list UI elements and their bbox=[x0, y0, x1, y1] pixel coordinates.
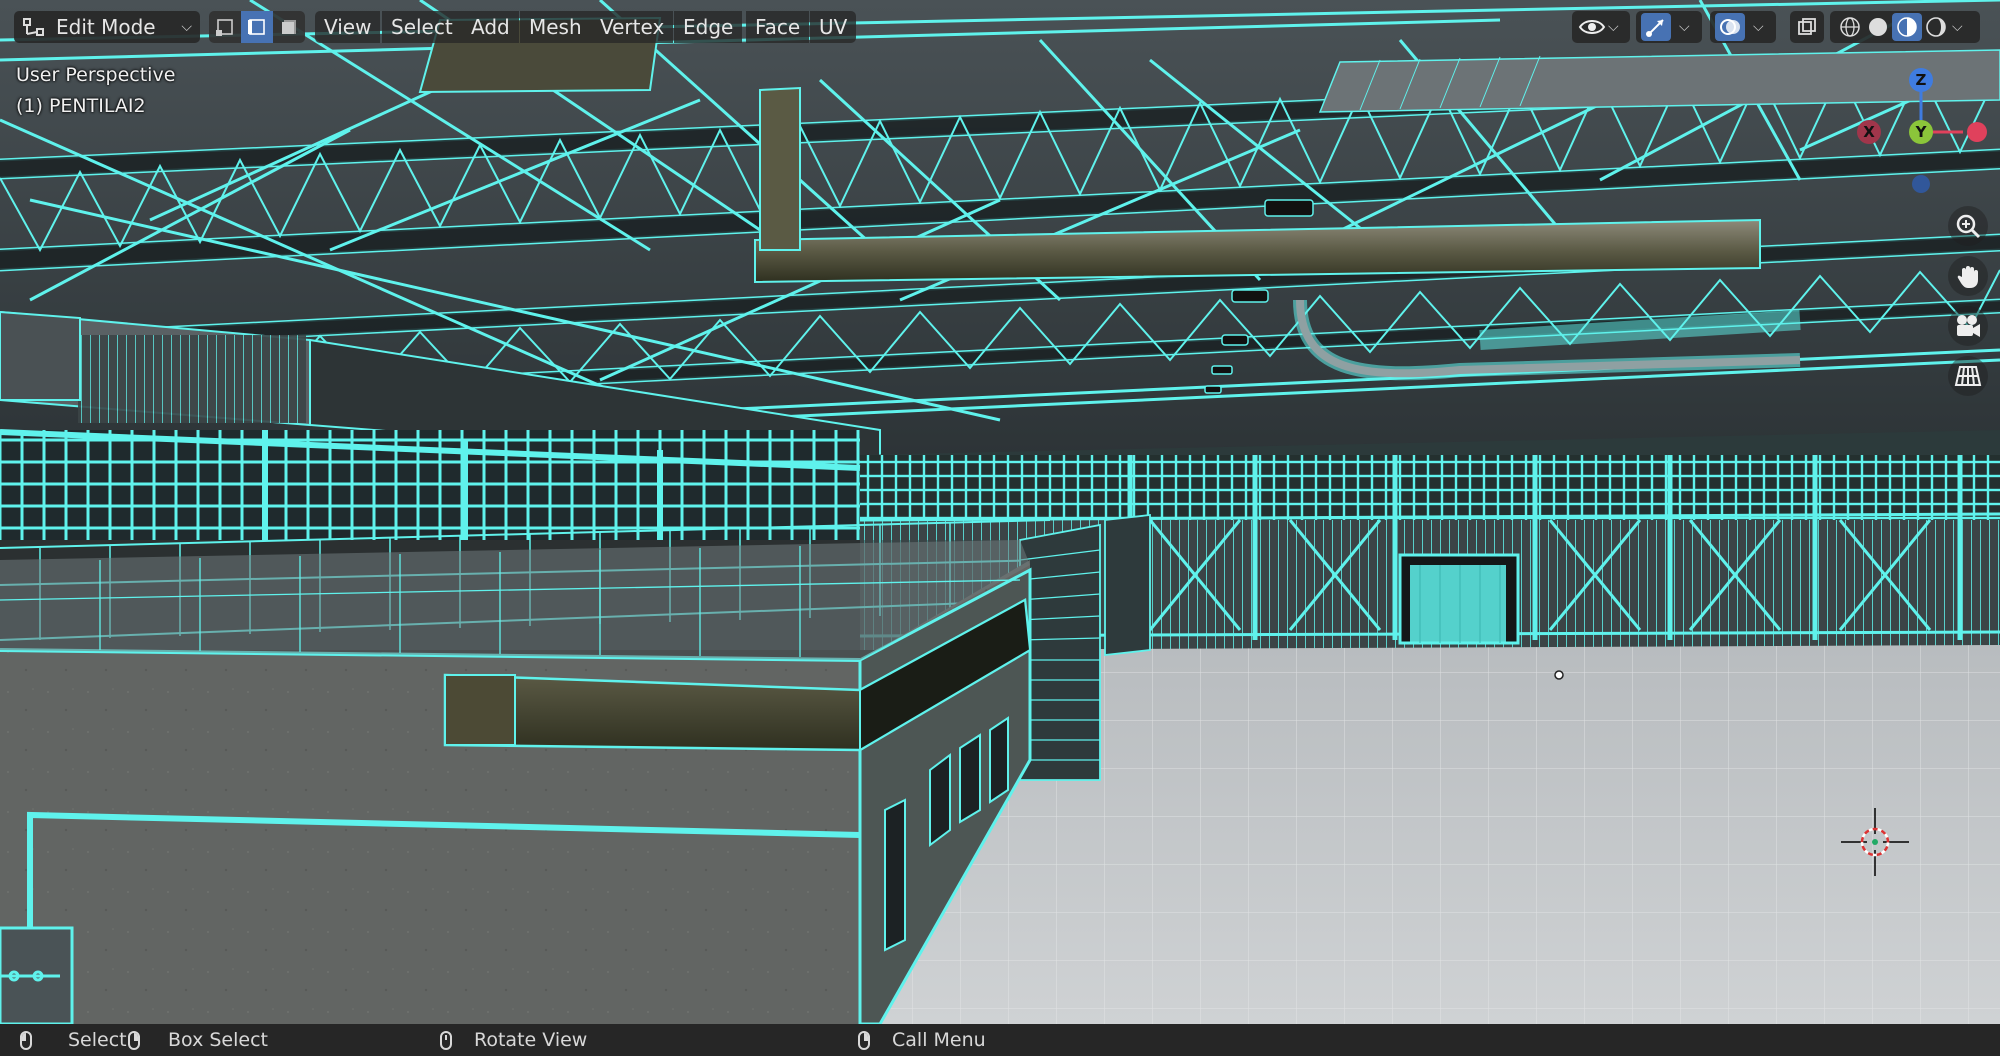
scene-render bbox=[0, 0, 2000, 1024]
status-rotate: Rotate View bbox=[440, 1024, 587, 1056]
xray-icon[interactable] bbox=[1790, 11, 1824, 43]
zoom-icon[interactable] bbox=[1948, 206, 1988, 246]
viewport-header: Edit Mode ⌵ View Select Add Mesh Vertex … bbox=[0, 0, 2000, 54]
status-box-select: Box Select bbox=[128, 1024, 268, 1056]
gizmo-icon bbox=[1641, 13, 1671, 41]
menu-vertex[interactable]: Vertex bbox=[591, 11, 674, 43]
gizmo-y-axis[interactable]: Y bbox=[1909, 120, 1933, 144]
status-box-select-label: Box Select bbox=[168, 1029, 268, 1051]
vertex-select-icon[interactable] bbox=[209, 11, 241, 43]
rendered-shading-icon[interactable] bbox=[1922, 13, 1950, 41]
gizmo-z-axis[interactable]: Z bbox=[1909, 68, 1933, 92]
chevron-down-icon: ⌵ bbox=[1753, 19, 1764, 35]
status-call-menu: Call Menu bbox=[858, 1024, 986, 1056]
menu-mesh[interactable]: Mesh bbox=[520, 11, 591, 43]
status-call-menu-label: Call Menu bbox=[892, 1029, 986, 1051]
menu-edge[interactable]: Edge bbox=[674, 11, 743, 43]
gizmo-x-axis[interactable]: X bbox=[1857, 120, 1881, 144]
chevron-down-icon: ⌵ bbox=[1608, 19, 1619, 35]
status-select-label: Select bbox=[68, 1029, 127, 1051]
chevron-down-icon: ⌵ bbox=[1952, 19, 1963, 35]
view-name-label: User Perspective bbox=[16, 64, 176, 86]
material-shading-icon[interactable] bbox=[1892, 13, 1922, 41]
visibility-icon bbox=[1578, 20, 1606, 34]
wireframe-shading-icon[interactable] bbox=[1836, 13, 1864, 41]
edge-select-icon[interactable] bbox=[241, 11, 273, 43]
status-select: Select bbox=[20, 1024, 127, 1056]
mouse-middle-icon bbox=[440, 1030, 452, 1050]
chevron-down-icon: ⌵ bbox=[1679, 19, 1690, 35]
menu-face[interactable]: Face bbox=[746, 11, 810, 43]
camera-view-icon[interactable] bbox=[1948, 306, 1988, 346]
mode-selector[interactable]: Edit Mode ⌵ bbox=[14, 11, 200, 43]
menu-select[interactable]: Select bbox=[382, 11, 462, 43]
overlay-icon bbox=[1715, 13, 1745, 41]
mouse-right-drag-icon bbox=[128, 1030, 140, 1050]
visibility-selector[interactable]: ⌵ bbox=[1572, 11, 1630, 43]
menu-uv[interactable]: UV bbox=[810, 11, 857, 43]
menu-view[interactable]: View bbox=[315, 11, 381, 43]
chevron-down-icon: ⌵ bbox=[181, 19, 192, 35]
status-bar: Select Box Select Rotate View Call Menu bbox=[0, 1024, 2000, 1056]
face-select-icon[interactable] bbox=[273, 11, 305, 43]
status-rotate-label: Rotate View bbox=[474, 1029, 588, 1051]
edit-mode-icon bbox=[23, 18, 44, 36]
pan-hand-icon[interactable] bbox=[1948, 256, 1988, 296]
ortho-grid-icon[interactable] bbox=[1948, 356, 1988, 396]
menu-add[interactable]: Add bbox=[462, 11, 519, 43]
3d-viewport[interactable]: User Perspective (1) PENTILAI2 Z Y X bbox=[0, 0, 2000, 1024]
object-name-label: (1) PENTILAI2 bbox=[16, 95, 146, 117]
solid-shading-icon[interactable] bbox=[1864, 13, 1892, 41]
mode-label: Edit Mode bbox=[56, 15, 156, 39]
overlay-toggle[interactable]: ⌵ bbox=[1710, 11, 1776, 43]
shading-selector[interactable]: ⌵ bbox=[1830, 11, 1980, 43]
mouse-left-icon bbox=[20, 1030, 32, 1050]
navigation-gizmo[interactable]: Z Y X bbox=[1855, 66, 1995, 196]
gizmo-toggle[interactable]: ⌵ bbox=[1636, 11, 1702, 43]
mouse-right-icon bbox=[858, 1030, 870, 1050]
